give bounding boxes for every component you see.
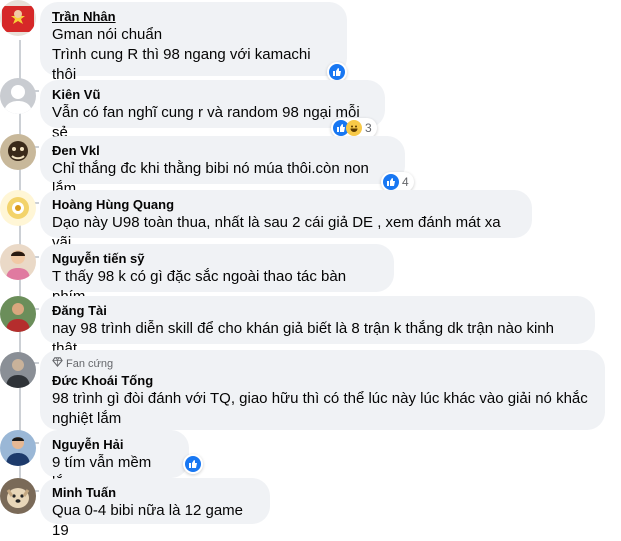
avatar[interactable] [0,78,36,114]
avatar[interactable] [0,244,36,280]
reaction-count: 3 [365,121,372,135]
commenter-name[interactable]: Nguyễn tiến sỹ [52,251,382,267]
commenter-name[interactable]: Kiên Vũ [52,87,373,103]
badge-label: Fan cứng [66,357,114,370]
comment-bubble: Fan cứng Đức Khoái Tống 98 trình gì đòi … [40,350,605,430]
commenter-name[interactable]: Trần Nhân [52,9,335,25]
like-icon [383,174,399,190]
avatar[interactable] [0,430,36,466]
commenter-name[interactable]: Nguyễn Hải [52,437,177,453]
comment-text: 98 trình gì đòi đánh với TQ, giao hữu th… [52,390,588,427]
avatar[interactable] [0,352,36,388]
fan-badge: Fan cứng [52,356,593,371]
like-icon [329,64,345,80]
reaction-summary[interactable] [183,454,203,474]
reaction-count: 4 [402,175,409,189]
haha-icon [346,120,362,136]
comment-text: Gman nói chuẩn Trình cung R thì 98 ngang… [52,26,311,83]
diamond-icon [52,356,63,371]
comment-text: Qua 0-4 bibi nữa là 12 game 19 [52,502,248,539]
comment-bubble: Đăng Tài nay 98 trình diễn skill để cho … [40,296,595,357]
reaction-summary[interactable]: 3 [331,118,377,138]
reaction-summary[interactable] [327,62,347,82]
commenter-name[interactable]: Đăng Tài [52,303,583,319]
comment-bubble: Đen Vkl Chỉ thắng đc khi thằng bibi nó m… [40,136,405,197]
commenter-name[interactable]: Hoàng Hùng Quang [52,197,520,213]
commenter-name[interactable]: Đức Khoái Tống [52,373,593,389]
commenter-name[interactable]: Đen Vkl [52,143,393,159]
reaction-summary[interactable]: 4 [381,172,414,192]
comment-bubble: Minh Tuấn Qua 0-4 bibi nữa là 12 game 19 [40,478,270,539]
avatar[interactable] [0,0,36,36]
avatar[interactable] [0,190,36,226]
like-icon [185,456,201,472]
comment-bubble: Hoàng Hùng Quang Dạo này U98 toàn thua, … [40,190,532,251]
avatar[interactable] [0,296,36,332]
avatar[interactable] [0,134,36,170]
comment-bubble: Nguyễn Hải 9 tím vẫn mềm lắm [40,430,189,491]
comment-bubble: Nguyễn tiến sỹ T thấy 98 k có gì đặc sắc… [40,244,394,305]
commenter-name[interactable]: Minh Tuấn [52,485,258,501]
comment-bubble: Trần Nhân Gman nói chuẩn Trình cung R th… [40,2,347,83]
avatar[interactable] [0,478,36,514]
